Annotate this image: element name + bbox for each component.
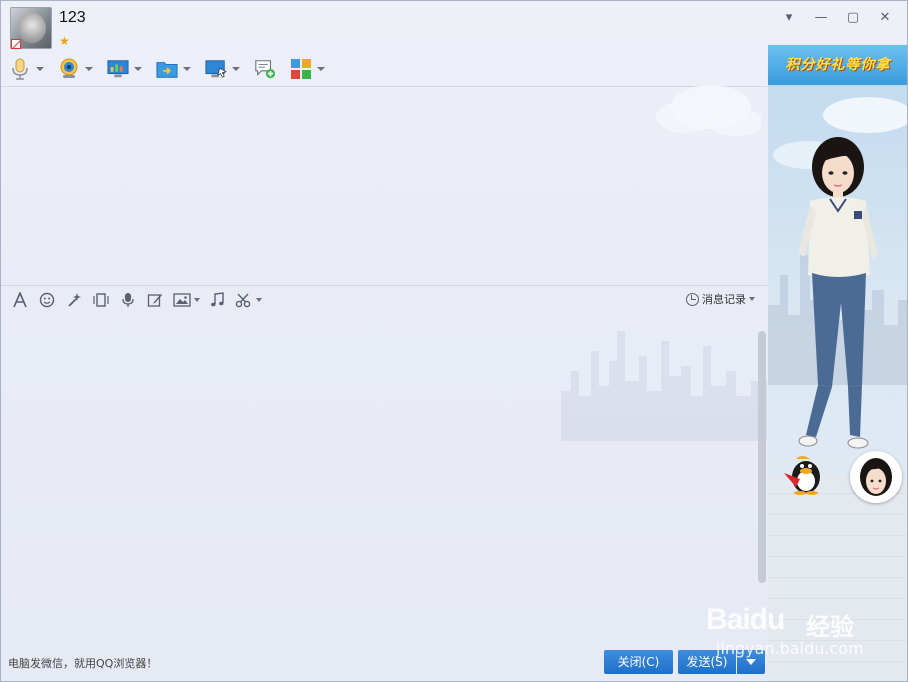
chevron-down-icon[interactable] — [183, 67, 191, 71]
points-promo-banner[interactable]: 积分好礼等你拿 — [768, 45, 907, 85]
menu-dropdown-button[interactable]: ▾ — [773, 9, 805, 27]
music-button[interactable] — [208, 291, 226, 309]
chevron-down-icon[interactable] — [85, 67, 93, 71]
send-image-button[interactable] — [173, 291, 191, 309]
show-avatar-thumbnail[interactable] — [850, 451, 902, 503]
promo-link[interactable]: 电脑发微信，就用QQ浏览器！ — [8, 655, 157, 671]
minimize-button[interactable]: — — [805, 9, 837, 27]
city-skyline-decoration — [561, 331, 767, 441]
qq-penguin-icon[interactable] — [782, 453, 824, 495]
image-icon — [173, 293, 191, 307]
font-button[interactable] — [11, 291, 29, 309]
handwriting-button[interactable] — [146, 291, 164, 309]
music-note-icon — [211, 292, 224, 307]
magic-expression-button[interactable] — [65, 291, 83, 309]
offline-status-icon — [11, 39, 21, 49]
cloud-decoration — [656, 85, 761, 136]
apps-button[interactable] — [290, 58, 325, 80]
shake-button[interactable] — [92, 291, 110, 309]
input-scrollbar[interactable] — [758, 331, 766, 583]
message-display-area[interactable] — [1, 85, 767, 285]
chevron-down-icon[interactable] — [317, 67, 325, 71]
input-toolbar — [11, 290, 270, 310]
chevron-down-icon[interactable] — [134, 67, 142, 71]
chevron-down-icon[interactable] — [256, 298, 262, 302]
contact-name[interactable]: 123 — [59, 9, 86, 27]
app-grid-icon — [290, 58, 312, 80]
chevron-down-icon[interactable] — [36, 67, 44, 71]
send-options-button[interactable] — [737, 650, 765, 674]
font-icon — [13, 292, 27, 308]
chevron-down-icon[interactable] — [194, 298, 200, 302]
magic-wand-icon — [68, 293, 81, 307]
chat-add-icon — [254, 58, 276, 80]
top-toolbar — [9, 55, 339, 83]
voice-message-button[interactable] — [119, 291, 137, 309]
chevron-down-icon[interactable] — [232, 67, 240, 71]
close-window-button[interactable]: ✕ — [869, 9, 901, 27]
voice-call-button[interactable] — [9, 58, 44, 80]
shake-window-icon — [93, 293, 109, 307]
maximize-button[interactable]: ▢ — [837, 9, 869, 27]
microphone-icon — [9, 58, 31, 80]
remote-assist-button[interactable] — [205, 58, 240, 80]
avatar-face — [18, 13, 46, 43]
monitor-cursor-icon — [205, 58, 227, 80]
remote-desktop-button[interactable] — [107, 58, 142, 80]
send-file-button[interactable] — [156, 58, 191, 80]
video-call-button[interactable] — [58, 58, 93, 80]
star-icon[interactable]: ★ — [59, 35, 70, 47]
chat-window: 123 ★ ▾ — ▢ ✕ 消息记录 电脑发微信，就用QQ浏览器！ 关闭(C) … — [0, 0, 908, 682]
scissors-icon — [235, 293, 251, 308]
screenshot-button[interactable] — [235, 291, 253, 309]
close-chat-button[interactable]: 关闭(C) — [604, 650, 673, 674]
smiley-icon — [39, 292, 55, 308]
edit-icon — [147, 294, 162, 307]
folder-transfer-icon — [156, 58, 178, 80]
send-button[interactable]: 发送(S) — [678, 650, 736, 674]
create-discussion-button[interactable] — [254, 58, 276, 80]
ground-decoration — [768, 475, 907, 681]
emoji-button[interactable] — [38, 291, 56, 309]
microphone-icon — [122, 293, 134, 307]
screen-share-icon — [107, 58, 129, 80]
avatar-face-icon — [860, 458, 892, 496]
show-panel: 积分好礼等你拿 — [768, 45, 907, 681]
window-controls: ▾ — ▢ ✕ — [773, 9, 901, 27]
input-divider — [1, 285, 767, 286]
message-input-area[interactable] — [1, 313, 767, 645]
show-avatar-character[interactable] — [786, 135, 896, 465]
webcam-icon — [58, 58, 80, 80]
